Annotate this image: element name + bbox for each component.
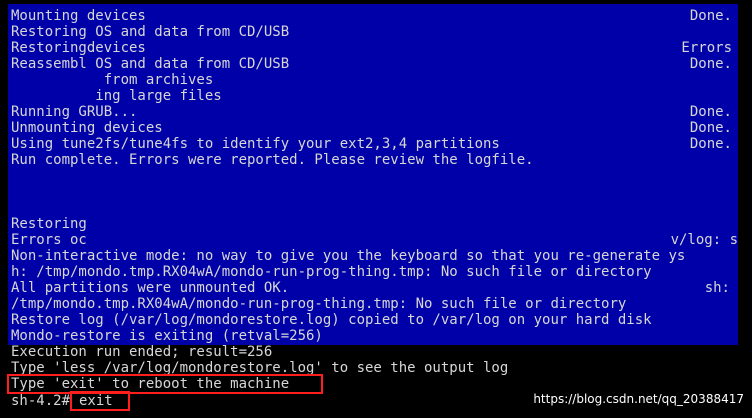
status-done: Done. (689, 136, 732, 152)
watermark-text: https://blog.csdn.net/qq_20388417 (533, 392, 744, 406)
log-line: /tmp/mondo.tmp.RX04wA/mondo-run-prog-thi… (11, 296, 627, 312)
terminal-screen[interactable]: Mounting devices Restoring OS and data f… (0, 0, 752, 418)
log-line: Unmounting devices (11, 120, 163, 136)
status-fragment: v/log: s (670, 232, 738, 248)
log-line: ing large files (11, 88, 222, 104)
log-line: Restore log (/var/log/mondorestore.log) … (11, 312, 652, 328)
exit-command-highlight (70, 391, 130, 411)
execution-result-line: Execution run ended; result=256 (11, 344, 273, 360)
log-line: Running GRUB... (11, 104, 138, 120)
log-line: Mondo-restore is exiting (retval=256) (11, 328, 323, 344)
status-done: Done. (689, 120, 732, 136)
log-line: Restoringdevices (11, 40, 146, 56)
status-done: Done. (689, 8, 732, 24)
log-line: Run complete. Errors were reported. Plea… (11, 152, 534, 168)
log-line: Restoring (11, 216, 87, 232)
log-line: Mounting devices (11, 8, 146, 24)
log-line: Reassembl OS and data from CD/USB (11, 56, 290, 72)
status-fragment: sh: (704, 280, 730, 296)
shell-prompt: sh-4.2# (11, 393, 79, 409)
status-errors: Errors (681, 40, 732, 56)
status-done: Done. (689, 104, 732, 120)
log-line: Errors oc (11, 232, 87, 248)
status-done: Done. (689, 56, 732, 72)
log-line: Using tune2fs/tune4fs to identify your e… (11, 136, 500, 152)
log-line: Restoring OS and data from CD/USB (11, 24, 290, 40)
log-line: Non-interactive mode: no way to give you… (11, 248, 686, 264)
log-line: h: /tmp/mondo.tmp.RX04wA/mondo-run-prog-… (11, 264, 652, 280)
log-line: All partitions were unmounted OK. (11, 280, 290, 296)
log-line: from archives (11, 72, 214, 88)
reboot-hint-highlight (7, 374, 323, 394)
